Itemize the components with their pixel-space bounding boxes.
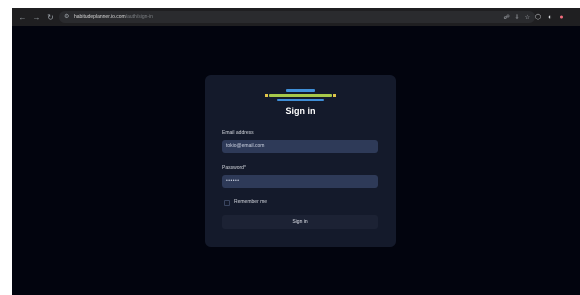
- profile-avatar-icon[interactable]: ●: [559, 14, 563, 21]
- browser-window: ← → ↻ ⚙ habitudeplanner.io.com /auth/sig…: [12, 8, 580, 295]
- extensions-icon[interactable]: ⬡: [535, 13, 541, 21]
- reload-icon[interactable]: ↻: [45, 12, 56, 23]
- email-field[interactable]: tokio@email.com: [222, 140, 378, 153]
- browser-actions: ⬡ ◐ ●: [528, 11, 564, 23]
- back-icon[interactable]: ←: [17, 12, 28, 23]
- brand-logo: [265, 89, 336, 103]
- password-label: Password*: [222, 165, 246, 171]
- password-field[interactable]: ••••••: [222, 175, 378, 188]
- share-icon[interactable]: ☍: [504, 14, 510, 21]
- download-icon[interactable]: ⇩: [515, 14, 520, 21]
- page-content: Sign in Email address tokio@email.com Pa…: [12, 26, 580, 295]
- page-title: Sign in: [285, 106, 316, 116]
- site-info-icon[interactable]: ⚙: [64, 14, 71, 21]
- sign-in-button[interactable]: Sign in: [222, 215, 378, 229]
- browser-toolbar: ← → ↻ ⚙ habitudeplanner.io.com /auth/sig…: [12, 8, 580, 26]
- theme-toggle-icon[interactable]: ◐: [548, 14, 552, 21]
- address-bar-actions: ☍ ⇩ ☆: [499, 11, 531, 23]
- email-label: Email address: [222, 130, 254, 136]
- url-host: habitudeplanner.io.com: [74, 14, 126, 20]
- signin-card: Sign in Email address tokio@email.com Pa…: [205, 75, 396, 247]
- url-path: /auth/sign-in: [125, 14, 153, 20]
- remember-me-label[interactable]: Remember me: [234, 199, 267, 205]
- forward-icon[interactable]: →: [31, 12, 42, 23]
- remember-me-checkbox[interactable]: [224, 200, 230, 206]
- address-bar[interactable]: ⚙ habitudeplanner.io.com /auth/sign-in ☍…: [59, 11, 535, 23]
